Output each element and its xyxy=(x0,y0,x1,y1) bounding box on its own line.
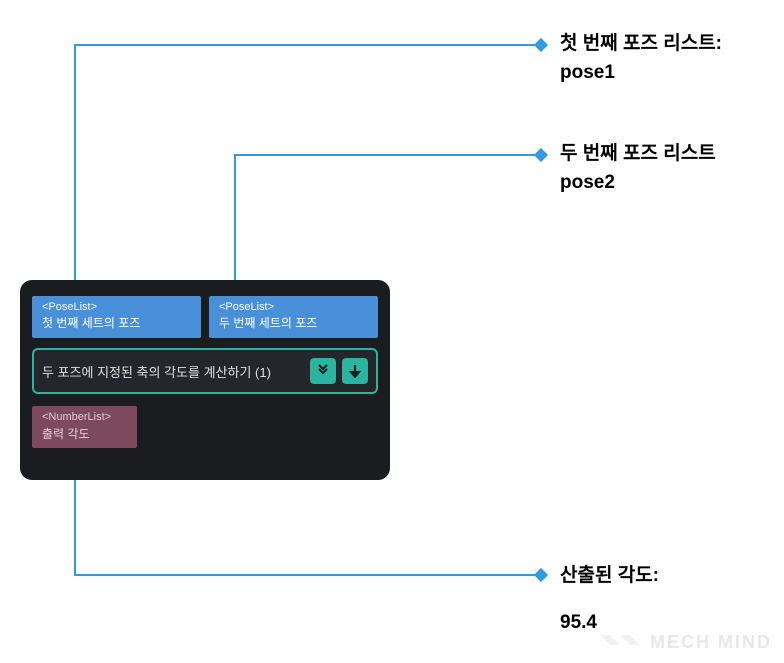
input-port-second-pose[interactable]: <PoseList> 두 번째 세트의 포즈 xyxy=(209,296,378,338)
expand-icon[interactable] xyxy=(310,358,336,384)
annotation-first-pose: 첫 번째 포즈 리스트: pose1 xyxy=(560,30,722,87)
annotation-title: 산출된 각도: xyxy=(560,562,659,591)
node-title: 두 포즈에 지정된 축의 각도를 계산하기 (1) xyxy=(42,362,304,381)
port-type: <PoseList> xyxy=(42,300,191,315)
node-panel: <PoseList> 첫 번째 세트의 포즈 <PoseList> 두 번째 세… xyxy=(20,280,390,480)
port-type: <NumberList> xyxy=(42,410,127,425)
annotation-value: pose2 xyxy=(560,169,716,198)
port-type: <PoseList> xyxy=(219,300,368,315)
port-label: 첫 번째 세트의 포즈 xyxy=(42,315,191,332)
port-label: 두 번째 세트의 포즈 xyxy=(219,315,368,332)
output-port-angle[interactable]: <NumberList> 출력 각도 xyxy=(32,406,137,448)
connector-first-pose xyxy=(75,45,540,308)
port-label: 출력 각도 xyxy=(42,426,127,443)
diamond-marker xyxy=(534,38,548,52)
run-icon[interactable] xyxy=(342,358,368,384)
input-port-row: <PoseList> 첫 번째 세트의 포즈 <PoseList> 두 번째 세… xyxy=(32,296,378,338)
input-port-first-pose[interactable]: <PoseList> 첫 번째 세트의 포즈 xyxy=(32,296,201,338)
annotation-output: 산출된 각도: 95.4 xyxy=(560,562,659,637)
diamond-marker xyxy=(534,148,548,162)
annotation-second-pose: 두 번째 포즈 리스트 pose2 xyxy=(560,140,716,197)
annotation-title: 두 번째 포즈 리스트 xyxy=(560,140,716,169)
watermark: MECH MIND xyxy=(598,631,772,653)
logo-icon xyxy=(598,631,642,653)
annotation-title: 첫 번째 포즈 리스트: xyxy=(560,30,722,59)
diamond-marker xyxy=(534,568,548,582)
annotation-value: pose1 xyxy=(560,59,722,88)
node-title-bar[interactable]: 두 포즈에 지정된 축의 각도를 계산하기 (1) xyxy=(32,348,378,394)
watermark-text: MECH MIND xyxy=(650,632,772,653)
